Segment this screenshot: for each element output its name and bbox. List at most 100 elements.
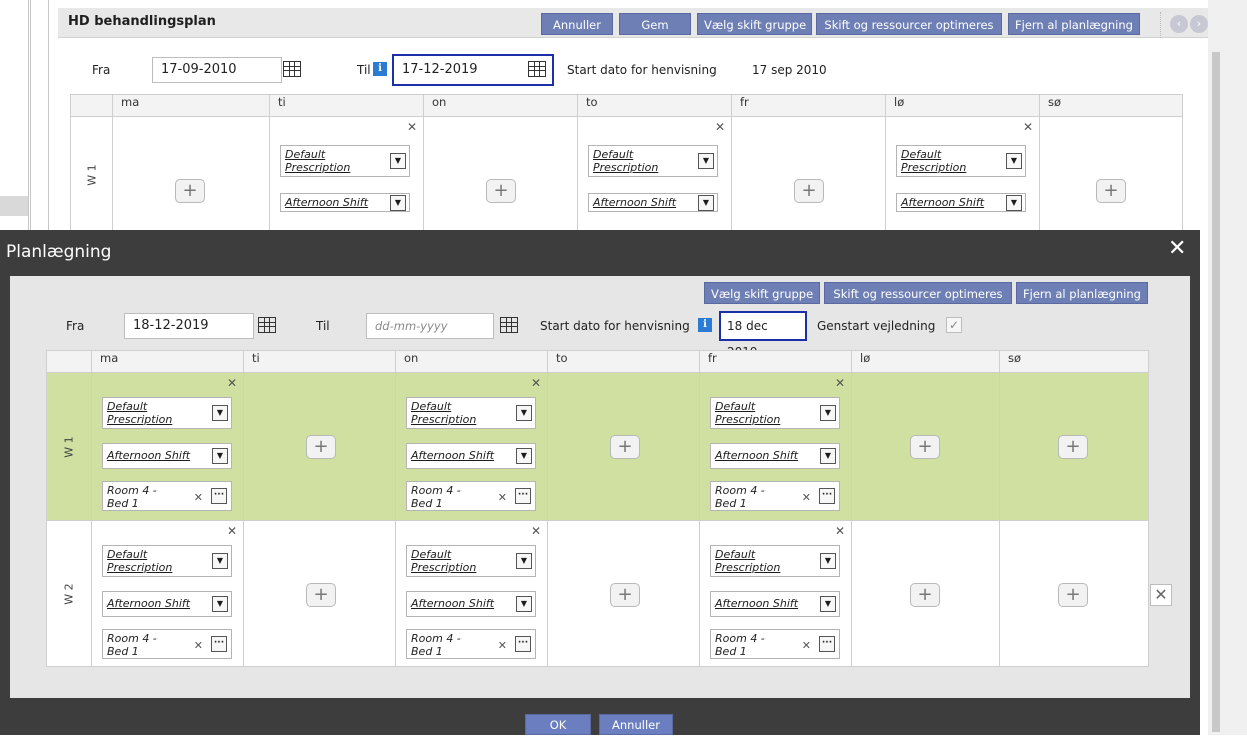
shift-select[interactable]: Afternoon Shift ▼	[102, 591, 232, 617]
ok-button[interactable]: OK	[525, 714, 591, 735]
plus-icon[interactable]: +	[1058, 583, 1088, 607]
plus-icon[interactable]: +	[486, 179, 516, 203]
remove-icon[interactable]: ✕	[835, 524, 845, 538]
plus-icon[interactable]: +	[306, 583, 336, 607]
dropdown-icon[interactable]: ▼	[698, 153, 714, 169]
clear-room-icon[interactable]: ✕	[802, 491, 811, 504]
dropdown-icon[interactable]: ▼	[698, 194, 714, 211]
shift-select[interactable]: Afternoon Shift ▼	[710, 591, 840, 617]
remove-icon[interactable]: ✕	[407, 120, 417, 134]
optimize-shift-resources-button[interactable]: Skift og ressourcer optimeres	[824, 282, 1012, 304]
bg-optimize-button[interactable]: Skift og ressourcer optimeres	[816, 13, 1002, 35]
calendar-icon[interactable]	[528, 61, 546, 77]
plus-icon[interactable]: +	[610, 435, 640, 459]
shift-select[interactable]: Afternoon Shift ▼	[710, 443, 840, 469]
dropdown-icon[interactable]: ▼	[1006, 153, 1022, 169]
plus-icon[interactable]: +	[610, 583, 640, 607]
remove-week-icon[interactable]: ✕	[1150, 584, 1172, 606]
plus-icon[interactable]: +	[794, 179, 824, 203]
plus-icon[interactable]: +	[306, 435, 336, 459]
room-field[interactable]: Room 4 - Bed 1 ✕ ···	[102, 481, 232, 511]
room-field[interactable]: Room 4 - Bed 1 ✕ ···	[710, 481, 840, 511]
calendar-icon[interactable]	[500, 317, 518, 333]
til-date-field[interactable]: dd-mm-yyyy	[366, 313, 494, 339]
dropdown-icon[interactable]: ▼	[212, 596, 228, 612]
select-shift-group-button[interactable]: Vælg skift gruppe	[704, 282, 820, 304]
plus-icon[interactable]: +	[1096, 179, 1126, 203]
prescription-select[interactable]: Default Prescription ▼	[406, 397, 536, 429]
bg-save-button[interactable]: Gem	[619, 13, 691, 35]
room-field[interactable]: Room 4 - Bed 1 ✕ ···	[102, 629, 232, 659]
remove-icon[interactable]: ✕	[531, 376, 541, 390]
restart-guide-checkbox[interactable]: ✓	[946, 317, 962, 333]
shift-select[interactable]: Afternoon Shift ▼	[102, 443, 232, 469]
next-icon[interactable]: ›	[1190, 15, 1208, 33]
room-field[interactable]: Room 4 - Bed 1 ✕ ···	[406, 481, 536, 511]
room-field[interactable]: Room 4 - Bed 1 ✕ ···	[406, 629, 536, 659]
remove-icon[interactable]: ✕	[835, 376, 845, 390]
dropdown-icon[interactable]: ▼	[820, 448, 836, 464]
shift-select[interactable]: Afternoon Shift ▼	[406, 591, 536, 617]
remove-all-planning-button[interactable]: Fjern al planlægning	[1016, 282, 1148, 304]
info-icon[interactable]: i	[698, 318, 712, 332]
more-icon[interactable]: ···	[211, 636, 227, 652]
bg-remove-planning-button[interactable]: Fjern al planlægning	[1008, 13, 1140, 35]
remove-icon[interactable]: ✕	[227, 524, 237, 538]
dropdown-icon[interactable]: ▼	[820, 405, 836, 421]
more-icon[interactable]: ···	[515, 636, 531, 652]
dropdown-icon[interactable]: ▼	[516, 596, 532, 612]
dropdown-icon[interactable]: ▼	[820, 553, 836, 569]
prescription-select[interactable]: Default Prescription ▼	[710, 397, 840, 429]
bg-cancel-button[interactable]: Annuller	[541, 13, 613, 35]
dropdown-icon[interactable]: ▼	[516, 553, 532, 569]
clear-room-icon[interactable]: ✕	[498, 639, 507, 652]
cancel-button[interactable]: Annuller	[599, 714, 673, 735]
page-scrollbar[interactable]	[1212, 52, 1220, 732]
remove-icon[interactable]: ✕	[715, 120, 725, 134]
calendar-icon[interactable]	[283, 61, 301, 77]
dropdown-icon[interactable]: ▼	[212, 405, 228, 421]
dropdown-icon[interactable]: ▼	[390, 194, 406, 211]
dropdown-icon[interactable]: ▼	[390, 153, 406, 169]
dropdown-icon[interactable]: ▼	[820, 596, 836, 612]
calendar-icon[interactable]	[258, 317, 276, 333]
close-icon[interactable]: ✕	[1168, 236, 1186, 261]
prescription-select[interactable]: Default Prescription ▼	[102, 397, 232, 429]
more-icon[interactable]: ···	[819, 636, 835, 652]
remove-icon[interactable]: ✕	[531, 524, 541, 538]
fra-date-field[interactable]: 18-12-2019	[124, 313, 254, 339]
dropdown-icon[interactable]: ▼	[516, 448, 532, 464]
prescription-select[interactable]: Default Prescription ▼	[896, 145, 1026, 177]
prescription-select[interactable]: Default Prescription ▼	[102, 545, 232, 577]
shift-select[interactable]: Afternoon Shift ▼	[896, 193, 1026, 212]
shift-select[interactable]: Afternoon Shift ▼	[280, 193, 410, 212]
clear-room-icon[interactable]: ✕	[498, 491, 507, 504]
bg-fra-date-field[interactable]: 17-09-2010	[152, 57, 282, 83]
prev-icon[interactable]: ‹	[1170, 15, 1188, 33]
room-field[interactable]: Room 4 - Bed 1 ✕ ···	[710, 629, 840, 659]
more-icon[interactable]: ···	[819, 488, 835, 504]
prescription-select[interactable]: Default Prescription ▼	[406, 545, 536, 577]
shift-select[interactable]: Afternoon Shift ▼	[406, 443, 536, 469]
plus-icon[interactable]: +	[910, 435, 940, 459]
clear-room-icon[interactable]: ✕	[194, 491, 203, 504]
more-icon[interactable]: ···	[211, 488, 227, 504]
remove-icon[interactable]: ✕	[1023, 120, 1033, 134]
clear-room-icon[interactable]: ✕	[194, 639, 203, 652]
shift-select[interactable]: Afternoon Shift ▼	[588, 193, 718, 212]
dropdown-icon[interactable]: ▼	[212, 553, 228, 569]
bg-select-shift-group-button[interactable]: Vælg skift gruppe	[697, 13, 812, 35]
remove-icon[interactable]: ✕	[227, 376, 237, 390]
dropdown-icon[interactable]: ▼	[212, 448, 228, 464]
prescription-select[interactable]: Default Prescription ▼	[588, 145, 718, 177]
prescription-select[interactable]: Default Prescription ▼	[280, 145, 410, 177]
more-icon[interactable]: ···	[515, 488, 531, 504]
prescription-select[interactable]: Default Prescription ▼	[710, 545, 840, 577]
plus-icon[interactable]: +	[175, 179, 205, 203]
plus-icon[interactable]: +	[1058, 435, 1088, 459]
dropdown-icon[interactable]: ▼	[1006, 194, 1022, 211]
dropdown-icon[interactable]: ▼	[516, 405, 532, 421]
clear-room-icon[interactable]: ✕	[802, 639, 811, 652]
info-icon[interactable]: i	[373, 62, 387, 76]
plus-icon[interactable]: +	[910, 583, 940, 607]
